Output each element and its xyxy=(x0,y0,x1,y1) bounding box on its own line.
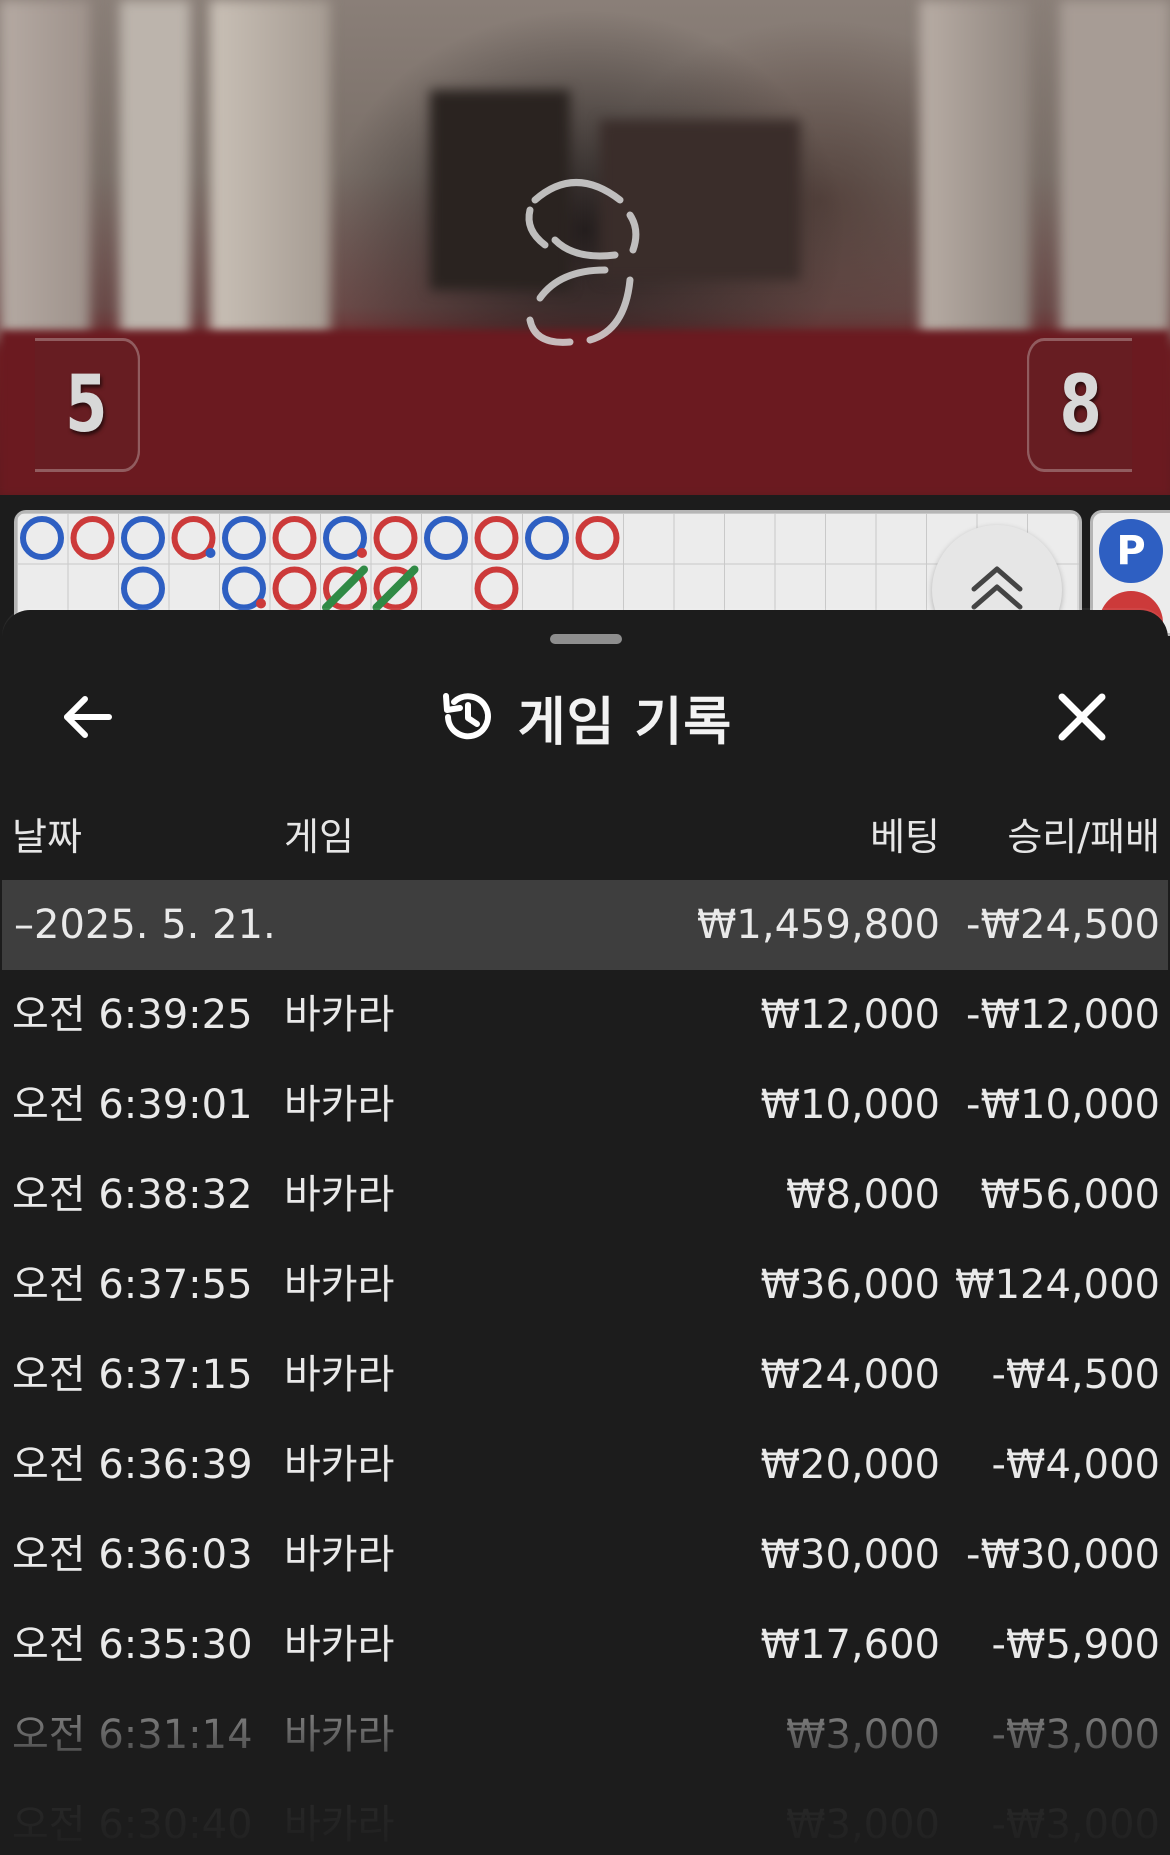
road-mark-red xyxy=(70,516,115,560)
history-clock-icon xyxy=(442,693,491,740)
pair-dot xyxy=(205,548,216,558)
row-result: ₩124,000 xyxy=(955,1262,1160,1308)
row-bet: ₩24,000 xyxy=(760,1352,940,1398)
page-title: 게임 기록 xyxy=(517,692,733,753)
row-game: 바카라 xyxy=(284,1532,395,1578)
player-score: 5 xyxy=(34,338,141,472)
row-time: 오전 6:36:03 xyxy=(12,1532,253,1578)
row-bet: ₩3,000 xyxy=(785,1802,940,1848)
row-result: -₩3,000 xyxy=(991,1802,1161,1848)
row-game: 바카라 xyxy=(284,1352,395,1398)
table-row[interactable]: 오전 6:36:39 바카라 ₩20,000 -₩4,000 xyxy=(2,1420,1168,1510)
road-mark-blue xyxy=(121,516,165,560)
table-row[interactable]: 오전 6:35:30 바카라 ₩17,600 -₩5,900 xyxy=(2,1600,1168,1690)
row-bet: ₩8,000 xyxy=(785,1172,940,1218)
road-mark-blue xyxy=(525,516,569,560)
row-bet: ₩17,600 xyxy=(760,1622,940,1668)
row-bet: ₩3,000 xyxy=(785,1712,940,1758)
player-badge: P xyxy=(1099,519,1163,583)
background-blur xyxy=(120,0,190,340)
table-row[interactable]: 오전 6:37:15 바카라 ₩24,000 -₩4,500 xyxy=(2,1330,1168,1420)
live-video-feed: 5 8 xyxy=(0,0,1170,495)
pair-dot xyxy=(357,548,367,558)
road-mark-red xyxy=(272,566,317,611)
date-group-bet-total: ₩1,459,800 xyxy=(696,902,940,948)
column-header-result[interactable]: 승리/패배 xyxy=(1007,806,1160,861)
date-group-label: –2025. 5. 21. xyxy=(14,902,276,948)
row-game: 바카라 xyxy=(284,1172,395,1218)
row-result: -₩30,000 xyxy=(966,1532,1160,1578)
row-result: -₩10,000 xyxy=(966,1082,1160,1128)
row-bet: ₩12,000 xyxy=(760,992,940,1038)
drag-handle[interactable] xyxy=(550,634,622,644)
close-icon xyxy=(1058,693,1106,741)
date-group-row[interactable]: –2025. 5. 21. ₩1,459,800 -₩24,500 xyxy=(2,880,1168,970)
background-blur xyxy=(210,0,330,340)
row-game: 바카라 xyxy=(284,1082,395,1128)
column-header-date[interactable]: 날짜 xyxy=(12,806,82,861)
row-result: ₩56,000 xyxy=(980,1172,1160,1218)
row-result: -₩4,500 xyxy=(991,1352,1161,1398)
road-mark-red xyxy=(474,516,519,560)
road-mark-blue xyxy=(20,516,64,560)
row-bet: ₩36,000 xyxy=(760,1262,940,1308)
column-header-bet[interactable]: 베팅 xyxy=(870,806,940,861)
row-time: 오전 6:31:14 xyxy=(12,1712,253,1758)
table-row[interactable]: 오전 6:36:03 바카라 ₩30,000 -₩30,000 xyxy=(2,1510,1168,1600)
date-group-result-total: -₩24,500 xyxy=(966,902,1160,948)
row-bet: ₩20,000 xyxy=(760,1442,940,1488)
road-mark-blue xyxy=(121,566,165,611)
road-mark-red xyxy=(474,566,519,611)
road-mark-blue xyxy=(424,516,468,560)
row-time: 오전 6:35:30 xyxy=(12,1622,253,1668)
row-result: -₩3,000 xyxy=(991,1712,1161,1758)
road-mark-blue xyxy=(222,516,266,560)
game-history-sheet: 게임 기록 날짜 게임 베팅 승리/패배 –2025. 5. 21. ₩1,45… xyxy=(2,610,1168,1855)
background-blur xyxy=(920,0,1030,340)
table-row[interactable]: 오전 6:37:55 바카라 ₩36,000 ₩124,000 xyxy=(2,1240,1168,1330)
row-result: -₩4,000 xyxy=(991,1442,1161,1488)
row-time: 오전 6:37:55 xyxy=(12,1262,253,1308)
table-row[interactable]: 오전 6:30:40 바카라 ₩3,000 -₩3,000 xyxy=(2,1780,1168,1855)
row-time: 오전 6:39:01 xyxy=(12,1082,253,1128)
background-blur xyxy=(1060,0,1170,340)
column-header-game[interactable]: 게임 xyxy=(284,806,354,861)
row-bet: ₩30,000 xyxy=(760,1532,940,1578)
road-mark-red xyxy=(373,516,418,560)
background-blur xyxy=(0,0,90,340)
row-game: 바카라 xyxy=(284,992,395,1038)
loading-spinner-icon xyxy=(525,179,640,346)
road-mark-red xyxy=(575,516,620,560)
close-button[interactable] xyxy=(1047,682,1117,752)
table-row[interactable]: 오전 6:39:25 바카라 ₩12,000 -₩12,000 xyxy=(2,970,1168,1060)
row-game: 바카라 xyxy=(284,1262,395,1308)
row-game: 바카라 xyxy=(284,1802,395,1848)
banker-score: 8 xyxy=(1026,338,1133,472)
row-time: 오전 6:37:15 xyxy=(12,1352,253,1398)
row-time: 오전 6:38:32 xyxy=(12,1172,253,1218)
row-time: 오전 6:36:39 xyxy=(12,1442,253,1488)
table-row[interactable]: 오전 6:31:14 바카라 ₩3,000 -₩3,000 xyxy=(2,1690,1168,1780)
table-row[interactable]: 오전 6:39:01 바카라 ₩10,000 -₩10,000 xyxy=(2,1060,1168,1150)
row-game: 바카라 xyxy=(284,1442,395,1488)
row-result: -₩12,000 xyxy=(966,992,1160,1038)
row-bet: ₩10,000 xyxy=(760,1082,940,1128)
pair-dot xyxy=(256,598,266,609)
history-list: 오전 6:39:25 바카라 ₩12,000 -₩12,000 오전 6:39:… xyxy=(2,970,1168,1855)
row-game: 바카라 xyxy=(284,1712,395,1758)
table-row[interactable]: 오전 6:38:32 바카라 ₩8,000 ₩56,000 xyxy=(2,1150,1168,1240)
row-game: 바카라 xyxy=(284,1622,395,1668)
road-mark-red xyxy=(272,516,317,560)
table-header: 날짜 게임 베팅 승리/패배 xyxy=(2,788,1168,861)
row-result: -₩5,900 xyxy=(991,1622,1161,1668)
row-time: 오전 6:30:40 xyxy=(12,1802,253,1848)
header: 게임 기록 xyxy=(2,672,1168,762)
row-time: 오전 6:39:25 xyxy=(12,992,253,1038)
